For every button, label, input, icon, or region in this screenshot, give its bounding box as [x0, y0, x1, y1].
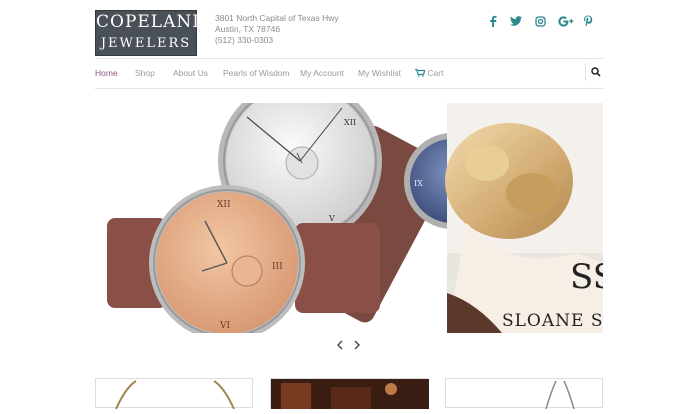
nav-divider [95, 88, 603, 89]
svg-text:V: V [328, 214, 335, 223]
pinterest-icon[interactable] [583, 15, 593, 27]
svg-text:VI: VI [219, 321, 230, 331]
svg-text:XII: XII [217, 200, 231, 210]
hero-monogram: SS [570, 257, 603, 297]
address-city: Austin, TX 78746 [215, 24, 281, 34]
slider-next-button[interactable] [353, 339, 361, 353]
logo-line-1: COPELAND [96, 12, 207, 32]
address-phone: (512) 330-0303 [215, 35, 274, 45]
slider-prev-button[interactable] [336, 339, 344, 353]
product-card-3[interactable] [445, 378, 603, 410]
instagram-icon[interactable] [535, 16, 546, 27]
google-plus-icon[interactable] [558, 16, 575, 27]
svg-text:XII: XII [344, 118, 356, 127]
svg-text:IX: IX [414, 179, 423, 188]
svg-text:III: III [272, 262, 283, 272]
product-card-1-image [115, 380, 235, 410]
twitter-icon[interactable] [510, 16, 522, 26]
chevron-left-icon [337, 340, 343, 350]
search-icon [591, 67, 601, 77]
nav-shop[interactable]: Shop [135, 68, 155, 78]
hero-slider[interactable]: XII V IX XII III VI SS SLOANE S [107, 103, 603, 333]
header-divider [95, 58, 603, 59]
nav-home[interactable]: Home [95, 68, 118, 78]
product-card-2-image [271, 379, 429, 409]
product-card-2[interactable] [270, 378, 429, 409]
product-card-1[interactable] [95, 378, 253, 410]
nav-my-wishlist[interactable]: My Wishlist [358, 68, 401, 78]
site-logo[interactable]: COPELAND JEWELERS [95, 10, 207, 56]
nav-cart-label: Cart [427, 68, 444, 78]
logo-line-2: JEWELERS [100, 36, 192, 51]
store-address: 3801 North Capital of Texas Hwy Austin, … [215, 13, 339, 46]
cart-icon [415, 68, 426, 77]
address-street: 3801 North Capital of Texas Hwy [215, 13, 339, 23]
nav-pearls-of-wisdom[interactable]: Pearls of Wisdom [223, 68, 290, 78]
facebook-icon[interactable] [489, 15, 497, 27]
nav-my-account[interactable]: My Account [300, 68, 344, 78]
nav-about-us[interactable]: About Us [173, 68, 208, 78]
nav-cart[interactable]: Cart [415, 68, 443, 78]
chevron-right-icon [354, 340, 360, 350]
hero-brand-text: SLOANE S [502, 311, 603, 331]
search-button[interactable] [585, 63, 603, 81]
product-card-3-image [545, 380, 575, 410]
watch-slide-image: XII V IX XII III VI [107, 103, 603, 333]
